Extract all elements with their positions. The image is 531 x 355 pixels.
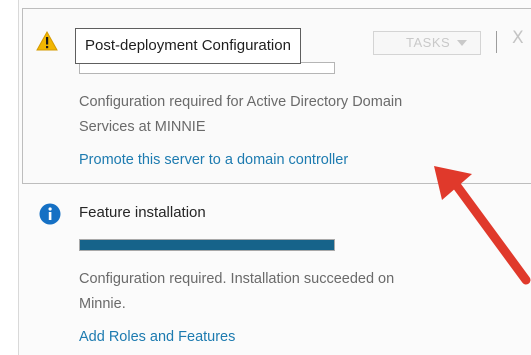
toolbar-divider (496, 31, 497, 53)
chevron-down-icon (457, 40, 467, 46)
installation-progress-bar (79, 239, 335, 251)
promote-domain-controller-link[interactable]: Promote this server to a domain controll… (79, 152, 348, 168)
feature-installation-title: Feature installation (79, 204, 206, 221)
tasks-label: TASKS (406, 35, 451, 50)
feature-message-line-2: Minnie. (79, 296, 126, 312)
server-manager-notifications: TASKS X Post-deployment Configuration Co… (0, 0, 531, 355)
feature-message-line-1: Configuration required. Installation suc… (79, 271, 395, 287)
notification-message-line-1: Configuration required for Active Direct… (79, 94, 403, 110)
close-icon[interactable]: X (512, 28, 524, 48)
warning-icon (36, 31, 58, 51)
add-roles-and-features-link[interactable]: Add Roles and Features (79, 329, 235, 345)
info-icon (39, 203, 61, 225)
notification-title-tooltip: Post-deployment Configuration (75, 28, 301, 64)
notification-message-line-2: Services at MINNIE (79, 119, 206, 135)
installation-progress-fill (80, 240, 334, 250)
